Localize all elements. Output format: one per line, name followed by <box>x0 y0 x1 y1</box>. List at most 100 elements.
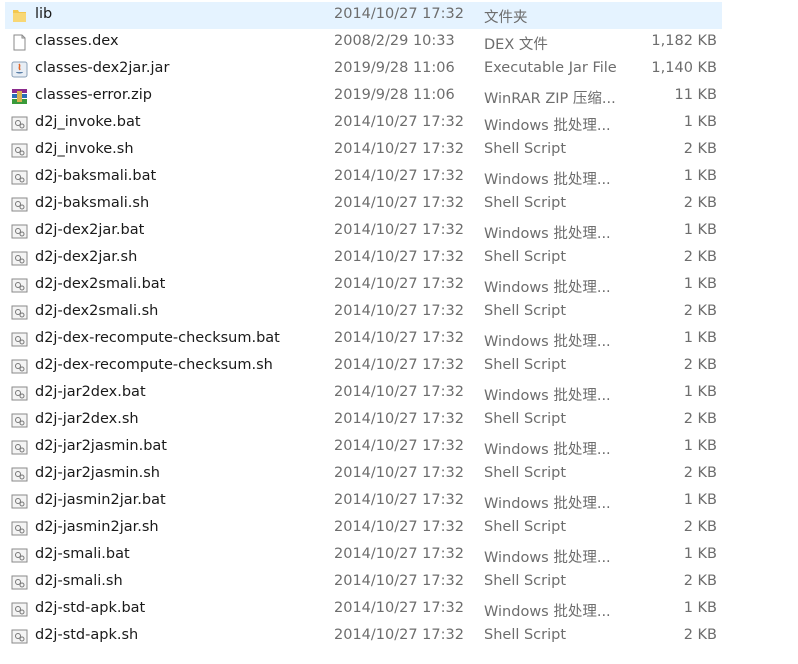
file-name: d2j-std-apk.sh <box>35 627 139 643</box>
file-size: 1,140 KB <box>651 60 717 76</box>
file-row[interactable]: d2j-std-apk.bat 2014/10/27 17:32 Windows 批… <box>5 596 722 623</box>
folder-icon <box>11 7 28 24</box>
file-row[interactable]: d2j-std-apk.sh 2014/10/27 17:32 Shell Scri… <box>5 623 722 650</box>
file-type: Shell Script <box>484 303 567 319</box>
file-row[interactable]: classes-error.zip 2019/9/28 11:06 WinRAR Z… <box>5 83 722 110</box>
script-icon <box>11 223 28 240</box>
file-date: 2014/10/27 17:32 <box>334 438 464 454</box>
file-size: 1 KB <box>683 222 717 238</box>
file-name: d2j-jar2dex.bat <box>35 384 146 400</box>
file-date: 2014/10/27 17:32 <box>334 168 464 184</box>
script-icon <box>11 574 28 591</box>
file-row[interactable]: d2j-dex-recompute-checksum.sh 2014/10/27 … <box>5 353 722 380</box>
file-type: Windows 批处理... <box>484 226 611 242</box>
file-name: d2j-jasmin2jar.sh <box>35 519 159 535</box>
file-name: d2j-baksmali.sh <box>35 195 150 211</box>
file-row[interactable]: d2j_invoke.sh 2014/10/27 17:32 Shell Scrip… <box>5 137 722 164</box>
file-row[interactable]: classes-dex2jar.jar 2019/9/28 11:06 Execut… <box>5 56 722 83</box>
file-row[interactable]: d2j-jasmin2jar.sh 2014/10/27 17:32 Shell S… <box>5 515 722 542</box>
file-type: Shell Script <box>484 357 567 373</box>
file-name: classes.dex <box>35 33 119 49</box>
file-row[interactable]: d2j_invoke.bat 2014/10/27 17:32 Windows 批处… <box>5 110 722 137</box>
file-row[interactable]: d2j-jar2jasmin.bat 2014/10/27 17:32 Window… <box>5 434 722 461</box>
file-type: Shell Script <box>484 573 567 589</box>
file-size: 2 KB <box>683 411 717 427</box>
file-type: Windows 批处理... <box>484 388 611 404</box>
file-row[interactable]: d2j-dex2smali.sh 2014/10/27 17:32 Shell Sc… <box>5 299 722 326</box>
file-date: 2014/10/27 17:32 <box>334 195 464 211</box>
file-name: d2j_invoke.sh <box>35 141 134 157</box>
file-icon <box>11 34 28 51</box>
file-type: Windows 批处理... <box>484 442 611 458</box>
file-date: 2014/10/27 17:32 <box>334 357 464 373</box>
file-size: 2 KB <box>683 573 717 589</box>
file-type: Windows 批处理... <box>484 172 611 188</box>
file-row[interactable]: d2j-dex2jar.sh 2014/10/27 17:32 Shell Scri… <box>5 245 722 272</box>
file-row[interactable]: classes.dex 2008/2/29 10:33 DEX 文件 1,182 KB <box>5 29 722 56</box>
file-name: d2j-smali.bat <box>35 546 130 562</box>
file-size: 11 KB <box>674 87 717 103</box>
file-date: 2014/10/27 17:32 <box>334 411 464 427</box>
file-name: d2j-dex2jar.sh <box>35 249 138 265</box>
file-size: 1 KB <box>683 438 717 454</box>
script-icon <box>11 601 28 618</box>
file-type: Shell Script <box>484 627 567 643</box>
file-size: 2 KB <box>683 357 717 373</box>
file-name: d2j-smali.sh <box>35 573 123 589</box>
file-row[interactable]: d2j-dex-recompute-checksum.bat 2014/10/27… <box>5 326 722 353</box>
file-date: 2014/10/27 17:32 <box>334 222 464 238</box>
file-row[interactable]: d2j-jar2dex.bat 2014/10/27 17:32 Windows 批… <box>5 380 722 407</box>
file-size: 1 KB <box>683 384 717 400</box>
file-row[interactable]: d2j-jar2jasmin.sh 2014/10/27 17:32 Shell S… <box>5 461 722 488</box>
script-icon <box>11 547 28 564</box>
script-icon <box>11 169 28 186</box>
file-size: 1 KB <box>683 600 717 616</box>
file-size: 2 KB <box>683 465 717 481</box>
file-date: 2014/10/27 17:32 <box>334 573 464 589</box>
file-row[interactable]: d2j-jasmin2jar.bat 2014/10/27 17:32 Window… <box>5 488 722 515</box>
file-type: Executable Jar File <box>484 60 617 76</box>
file-type: DEX 文件 <box>484 37 548 53</box>
file-date: 2014/10/27 17:32 <box>334 141 464 157</box>
file-type: Windows 批处理... <box>484 604 611 620</box>
file-row[interactable]: d2j-dex2smali.bat 2014/10/27 17:32 Windows… <box>5 272 722 299</box>
file-name: d2j-dex-recompute-checksum.sh <box>35 357 273 373</box>
file-name: d2j-baksmali.bat <box>35 168 157 184</box>
file-size: 1 KB <box>683 168 717 184</box>
file-row[interactable]: d2j-dex2jar.bat 2014/10/27 17:32 Windows 批… <box>5 218 722 245</box>
file-date: 2019/9/28 11:06 <box>334 60 455 76</box>
script-icon <box>11 115 28 132</box>
file-size: 2 KB <box>683 627 717 643</box>
file-name: d2j-std-apk.bat <box>35 600 146 616</box>
file-date: 2014/10/27 17:32 <box>334 330 464 346</box>
file-date: 2014/10/27 17:32 <box>334 114 464 130</box>
file-date: 2014/10/27 17:32 <box>334 384 464 400</box>
winrar-icon <box>11 88 28 105</box>
file-type: Windows 批处理... <box>484 550 611 566</box>
file-name: d2j-jar2jasmin.sh <box>35 465 160 481</box>
file-type: Shell Script <box>484 249 567 265</box>
file-name: classes-dex2jar.jar <box>35 60 170 76</box>
file-name: d2j-jasmin2jar.bat <box>35 492 166 508</box>
file-row[interactable]: d2j-jar2dex.sh 2014/10/27 17:32 Shell Scri… <box>5 407 722 434</box>
script-icon <box>11 250 28 267</box>
file-size: 2 KB <box>683 195 717 211</box>
file-row[interactable]: lib 2014/10/27 17:32 文件夹 <box>5 2 722 29</box>
script-icon <box>11 439 28 456</box>
file-row[interactable]: d2j-smali.sh 2014/10/27 17:32 Shell Script… <box>5 569 722 596</box>
file-type: Windows 批处理... <box>484 280 611 296</box>
file-row[interactable]: d2j-baksmali.bat 2014/10/27 17:32 Windows … <box>5 164 722 191</box>
file-name: d2j-jar2dex.sh <box>35 411 139 427</box>
file-size: 1 KB <box>683 492 717 508</box>
file-date: 2014/10/27 17:32 <box>334 303 464 319</box>
file-size: 2 KB <box>683 249 717 265</box>
file-size: 1 KB <box>683 276 717 292</box>
file-row[interactable]: d2j-baksmali.sh 2014/10/27 17:32 Shell Scr… <box>5 191 722 218</box>
file-row[interactable]: d2j-smali.bat 2014/10/27 17:32 Windows 批处理… <box>5 542 722 569</box>
script-icon <box>11 142 28 159</box>
file-type: Windows 批处理... <box>484 118 611 134</box>
file-type: Shell Script <box>484 519 567 535</box>
java-icon <box>11 61 28 78</box>
file-name: d2j-dex2smali.bat <box>35 276 166 292</box>
file-type: Shell Script <box>484 465 567 481</box>
